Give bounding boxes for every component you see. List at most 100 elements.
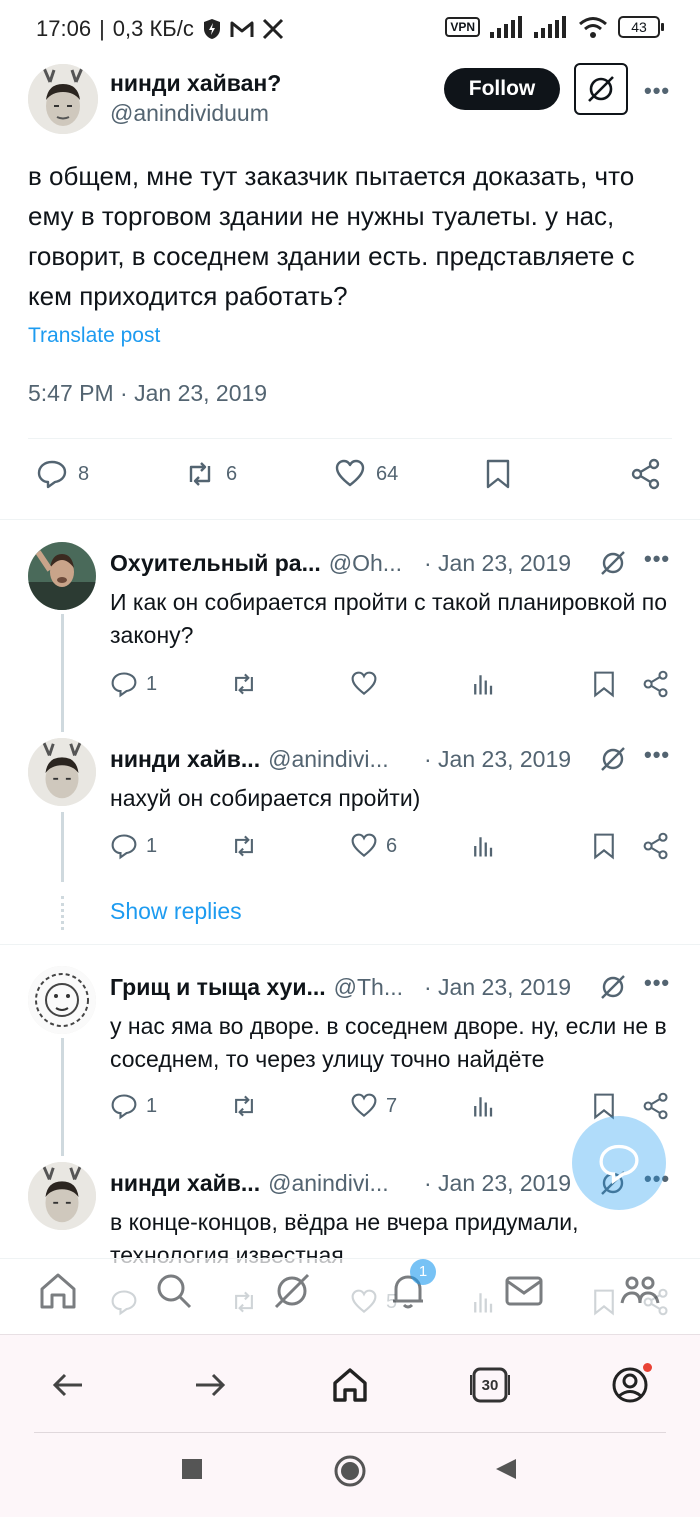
avatar[interactable]	[28, 1162, 96, 1230]
like-button[interactable]: 64	[334, 458, 398, 490]
like-button[interactable]	[350, 670, 386, 698]
reply-author-name[interactable]: Грищ и тыща хуи...	[110, 974, 326, 1000]
reply-icon	[111, 672, 137, 698]
reply-author-handle[interactable]: @anindivi...	[268, 1170, 389, 1196]
repost-count: 6	[226, 462, 238, 485]
repost-button[interactable]	[230, 670, 266, 698]
reply-date[interactable]: · Jan 23, 2019	[424, 974, 571, 1001]
avatar[interactable]	[28, 966, 96, 1034]
nav-messages[interactable]	[502, 1269, 546, 1313]
analytics-icon	[474, 675, 493, 695]
share-button[interactable]	[642, 1092, 670, 1120]
more-options-button[interactable]: •••	[644, 742, 670, 768]
views-button[interactable]	[470, 670, 498, 698]
reply-header: Охуительный ра... @Oh...	[110, 550, 402, 577]
notification-dot	[643, 1363, 652, 1372]
reply-actions: 1 7	[110, 1092, 680, 1124]
reply-button[interactable]: 1	[110, 1092, 157, 1120]
nav-grok[interactable]	[270, 1269, 314, 1313]
like-button[interactable]: 6	[350, 832, 397, 860]
forward-button[interactable]	[188, 1363, 232, 1407]
reply-header: Грищ и тыща хуи... @Th...	[110, 974, 403, 1001]
share-icon	[643, 832, 668, 860]
share-button[interactable]	[642, 832, 670, 860]
android-nav-bar	[0, 1433, 700, 1517]
author-name[interactable]: нинди хайван?	[110, 70, 281, 97]
show-replies-link[interactable]: Show replies	[110, 898, 242, 925]
more-options-button[interactable]: •••	[644, 970, 670, 996]
nav-search[interactable]	[152, 1269, 196, 1313]
bookmark-icon	[594, 833, 614, 860]
follow-button[interactable]: Follow	[444, 68, 560, 110]
search-icon	[157, 1274, 192, 1309]
repost-icon	[189, 462, 211, 486]
signal-icon-2	[534, 16, 566, 38]
thread-line	[61, 1038, 64, 1156]
nav-communities[interactable]	[618, 1269, 662, 1313]
status-time: 17:06	[36, 16, 92, 41]
heart-icon	[351, 671, 377, 695]
status-left: 17:06 | 0,3 КБ/с	[36, 16, 284, 42]
reply-date[interactable]: · Jan 23, 2019	[424, 550, 571, 577]
reply-button[interactable]: 8	[36, 458, 89, 490]
grok-icon[interactable]	[598, 548, 628, 578]
reply-button[interactable]: 1	[110, 832, 157, 860]
reply-author-handle[interactable]: @Oh...	[329, 550, 402, 576]
bookmark-button[interactable]	[590, 832, 618, 860]
bookmark-button[interactable]	[482, 458, 514, 490]
reply-author-handle[interactable]: @anindivi...	[268, 746, 389, 772]
gmail-icon	[230, 21, 254, 37]
grok-icon[interactable]	[598, 744, 628, 774]
browser-home-button[interactable]	[328, 1363, 372, 1407]
grok-icon[interactable]	[598, 972, 628, 1002]
reply-author-handle[interactable]: @Th...	[334, 974, 403, 1000]
recents-button[interactable]	[180, 1457, 204, 1481]
reply-author-name[interactable]: нинди хайв...	[110, 746, 260, 772]
like-count: 7	[386, 1094, 398, 1117]
nav-home[interactable]	[36, 1269, 80, 1313]
bookmark-icon	[486, 459, 510, 489]
browser-toolbar: 30	[0, 1334, 700, 1434]
repost-button[interactable]	[230, 832, 266, 860]
reply-button[interactable]: 1	[110, 670, 157, 698]
vpn-badge: VPN	[445, 17, 480, 37]
repost-button[interactable]	[230, 1092, 266, 1120]
more-options-button[interactable]: •••	[644, 78, 670, 104]
avatar[interactable]	[28, 738, 96, 806]
avatar-image	[28, 542, 96, 610]
grok-button[interactable]	[574, 63, 628, 115]
avatar[interactable]	[28, 64, 98, 134]
translate-post-link[interactable]: Translate post	[28, 324, 160, 348]
home-icon	[333, 1368, 367, 1402]
analytics-icon	[474, 837, 493, 857]
back-button[interactable]	[46, 1363, 90, 1407]
profile-button[interactable]	[608, 1363, 652, 1407]
share-button[interactable]	[630, 458, 662, 490]
avatar-image	[28, 64, 98, 134]
avatar[interactable]	[28, 542, 96, 610]
wifi-icon	[579, 17, 607, 38]
share-button[interactable]	[642, 670, 670, 698]
reply-author-name[interactable]: нинди хайв...	[110, 1170, 260, 1196]
back-nav-button[interactable]	[494, 1457, 518, 1481]
reply-date[interactable]: · Jan 23, 2019	[424, 746, 571, 773]
compose-reply-button[interactable]	[572, 1116, 666, 1210]
like-button[interactable]: 7	[350, 1092, 397, 1120]
heart-icon	[351, 1093, 377, 1117]
tabs-button[interactable]: 30	[468, 1363, 512, 1407]
reply-date[interactable]: · Jan 23, 2019	[424, 1170, 571, 1197]
author-handle[interactable]: @anindividuum	[110, 100, 269, 127]
views-button[interactable]	[470, 832, 498, 860]
reply-author-name[interactable]: Охуительный ра...	[110, 550, 321, 576]
reply-count: 1	[146, 672, 158, 695]
arrow-right-icon	[196, 1373, 226, 1397]
home-icon	[40, 1273, 76, 1309]
views-button[interactable]	[470, 1092, 498, 1120]
post-timestamp[interactable]: 5:47 PM · Jan 23, 2019	[28, 380, 267, 407]
share-icon	[631, 458, 660, 490]
home-button[interactable]	[334, 1455, 366, 1487]
more-options-button[interactable]: •••	[644, 546, 670, 572]
bookmark-button[interactable]	[590, 670, 618, 698]
repost-button[interactable]: 6	[184, 458, 237, 490]
status-separator: |	[99, 16, 105, 41]
